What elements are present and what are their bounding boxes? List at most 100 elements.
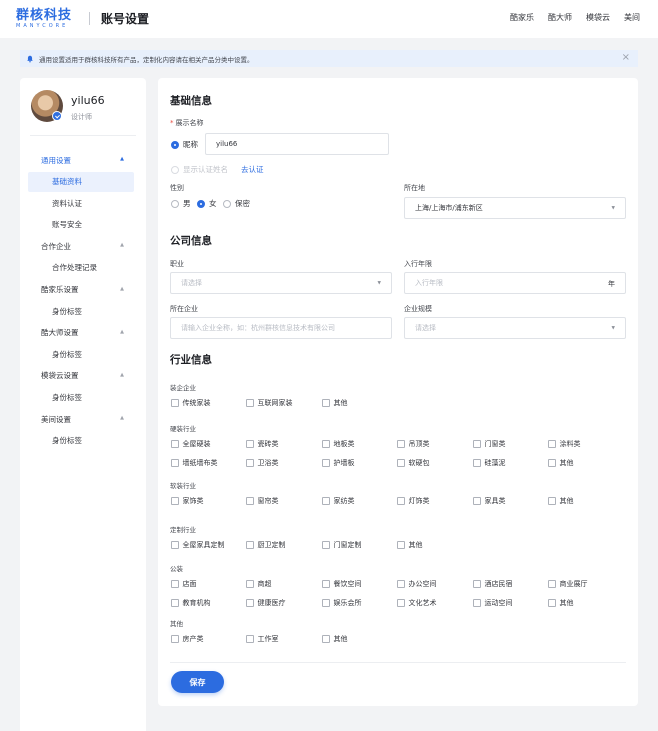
checkbox-icon	[548, 459, 556, 467]
industry-checkbox[interactable]: 商超	[246, 579, 272, 589]
gender-radio-female[interactable]: 女	[197, 198, 217, 209]
checkbox-icon	[171, 580, 179, 588]
industry-checkbox[interactable]: 软硬包	[397, 458, 430, 468]
industry-checkbox[interactable]: 地板类	[322, 439, 355, 449]
nav-link-kujiale[interactable]: 酷家乐	[510, 12, 534, 23]
industry-checkbox[interactable]: 运动空间	[473, 598, 513, 608]
industry-checkbox[interactable]: 护墙板	[322, 458, 355, 468]
industry-checkbox[interactable]: 商业展厅	[548, 579, 588, 589]
industry-checkbox[interactable]: 墙纸墙布类	[171, 458, 218, 468]
years-input[interactable]: 入行年限 年	[404, 272, 626, 294]
industry-checkbox[interactable]: 家纺类	[322, 496, 355, 506]
sidebar-group-modaiyun[interactable]: 模袋云设置 ▲	[20, 366, 146, 386]
gender-radio-male[interactable]: 男	[171, 198, 191, 209]
company-info-title: 公司信息	[170, 235, 212, 247]
sidebar-item-partner-records[interactable]: 合作处理记录	[28, 258, 134, 278]
location-select[interactable]: 上海/上海市/浦东新区 ▼	[404, 197, 626, 219]
industry-checkbox[interactable]: 文化艺术	[397, 598, 437, 608]
industry-checkbox[interactable]: 门窗定制	[322, 540, 362, 550]
sidebar-item-meijian-tags[interactable]: 身份标签	[28, 431, 134, 451]
industry-checkbox-label: 瓷砖类	[257, 440, 279, 448]
industry-checkbox[interactable]: 其他	[548, 496, 574, 506]
nav-link-modaiyun[interactable]: 模袋云	[586, 12, 610, 23]
manycore-logo[interactable]: 群核科技 MANYCORE	[16, 8, 78, 30]
industry-checkbox[interactable]: 硅藻泥	[473, 458, 506, 468]
company-input[interactable]: 请输入企业全称，如：杭州群核信息技术有限公司	[170, 317, 392, 339]
checkbox-icon	[246, 599, 254, 607]
nickname-input[interactable]: yilu66	[205, 133, 389, 155]
industry-checkbox-label: 其他	[333, 635, 348, 643]
footer-divider	[170, 662, 626, 663]
industry-checkbox[interactable]: 健康医疗	[246, 598, 286, 608]
verified-name-radio: 显示认证姓名	[171, 164, 228, 175]
checkbox-icon	[171, 497, 179, 505]
gender-female-label: 女	[209, 199, 217, 208]
sidebar-group-kudashi[interactable]: 酷大师设置 ▲	[20, 323, 146, 343]
verify-link[interactable]: 去认证	[241, 164, 264, 175]
industry-checkbox-label: 护墙板	[333, 459, 355, 467]
checkbox-icon	[322, 459, 330, 467]
logo-text-cn: 群核科技	[16, 8, 73, 23]
industry-checkbox[interactable]: 其他	[397, 540, 423, 550]
gender-radio-secret[interactable]: 保密	[223, 198, 250, 209]
industry-checkbox-label: 传统家装	[182, 399, 211, 407]
years-placeholder: 入行年限	[415, 279, 443, 287]
sidebar-item-basic-profile[interactable]: 基础资料	[28, 171, 134, 192]
sidebar-group-kujiale[interactable]: 酷家乐设置 ▲	[20, 280, 146, 300]
nav-link-meijian[interactable]: 美间	[624, 12, 640, 23]
sidebar-item-kudashi-tags[interactable]: 身份标签	[28, 344, 134, 364]
job-select[interactable]: 请选择 ▼	[170, 272, 392, 294]
industry-checkbox-label: 工作室	[257, 635, 279, 643]
industry-checkbox[interactable]: 娱乐会所	[322, 598, 362, 608]
nickname-radio[interactable]: 昵称	[171, 139, 198, 150]
close-icon[interactable]: ×	[622, 53, 630, 63]
industry-checkbox[interactable]: 卫浴类	[246, 458, 279, 468]
checkbox-icon	[473, 580, 481, 588]
checkbox-icon	[322, 541, 330, 549]
nav-link-kudashi[interactable]: 酷大师	[548, 12, 572, 23]
industry-checkbox[interactable]: 家饰类	[171, 496, 204, 506]
industry-checkbox[interactable]: 餐饮空间	[322, 579, 362, 589]
industry-checkbox[interactable]: 全屋硬装	[171, 439, 211, 449]
industry-checkbox[interactable]: 瓷砖类	[246, 439, 279, 449]
industry-checkbox[interactable]: 吊顶类	[397, 439, 430, 449]
sidebar-group-general[interactable]: 通用设置 ▲	[20, 150, 146, 170]
top-nav: 酷家乐 酷大师 模袋云 美间	[510, 12, 640, 23]
industry-checkbox[interactable]: 店面	[171, 579, 197, 589]
industry-checkbox[interactable]: 教育机构	[171, 598, 211, 608]
industry-checkbox[interactable]: 窗帘类	[246, 496, 279, 506]
years-label: 入行年限	[404, 260, 432, 268]
save-button[interactable]: 保存	[171, 671, 224, 693]
industry-checkbox[interactable]: 互联网家装	[246, 398, 293, 408]
industry-checkbox[interactable]: 办公空间	[397, 579, 437, 589]
industry-checkbox[interactable]: 酒店民宿	[473, 579, 513, 589]
industry-checkbox[interactable]: 其他	[548, 598, 574, 608]
sidebar-group-meijian[interactable]: 美间设置 ▲	[20, 409, 146, 429]
industry-checkbox[interactable]: 灯饰类	[397, 496, 430, 506]
radio-icon	[171, 165, 179, 174]
sidebar-item-account-security[interactable]: 账号安全	[28, 215, 134, 235]
company-scale-select[interactable]: 请选择 ▼	[404, 317, 626, 339]
job-placeholder: 请选择	[181, 279, 202, 287]
industry-checkbox-label: 门窗定制	[333, 541, 362, 549]
chevron-down-icon: ▼	[611, 326, 615, 331]
industry-checkbox[interactable]: 房产类	[171, 634, 204, 644]
industry-checkbox[interactable]: 传统家装	[171, 398, 211, 408]
industry-checkbox[interactable]: 门窗类	[473, 439, 506, 449]
industry-checkbox[interactable]: 全屋家具定制	[171, 540, 225, 550]
industry-checkbox[interactable]: 工作室	[246, 634, 279, 644]
industry-checkbox[interactable]: 涂料类	[548, 439, 581, 449]
industry-checkbox[interactable]: 其他	[548, 458, 574, 468]
industry-checkbox[interactable]: 家具类	[473, 496, 506, 506]
sidebar-item-modaiyun-tags[interactable]: 身份标签	[28, 388, 134, 408]
sidebar-item-verification[interactable]: 资料认证	[28, 193, 134, 213]
required-asterisk: *	[170, 119, 174, 127]
scale-placeholder: 请选择	[415, 324, 436, 332]
sidebar-group-partner-company[interactable]: 合作企业 ▲	[20, 236, 146, 256]
company-placeholder: 请输入企业全称，如：杭州群核信息技术有限公司	[181, 324, 335, 332]
sidebar-item-kujiale-tags[interactable]: 身份标签	[28, 301, 134, 321]
industry-checkbox[interactable]: 其他	[322, 634, 348, 644]
industry-checkbox[interactable]: 其他	[322, 398, 348, 408]
industry-checkbox[interactable]: 厨卫定制	[246, 540, 286, 550]
checkbox-icon	[397, 580, 405, 588]
